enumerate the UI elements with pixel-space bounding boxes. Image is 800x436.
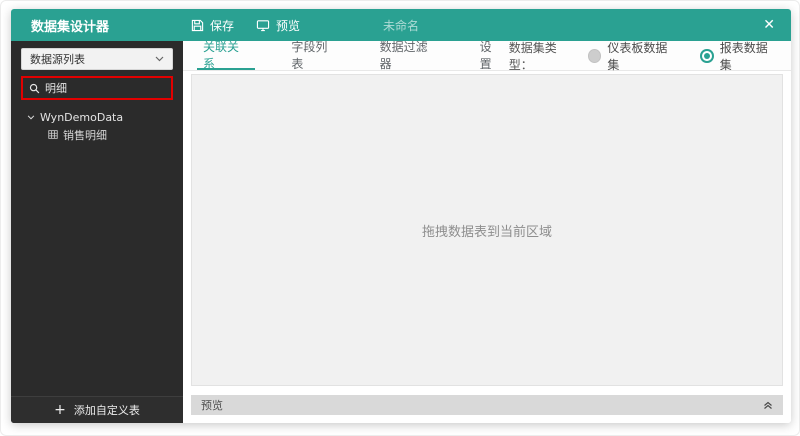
tree-node-wyndemodata[interactable]: WynDemoData: [11, 109, 183, 126]
radio-dashboard-label: 仪表板数据集: [607, 40, 668, 72]
dataset-type-group: 数据集类型： 仪表板数据集 报表数据集: [508, 39, 791, 73]
table-grid-icon: [48, 130, 58, 139]
plus-icon: +: [54, 402, 66, 418]
save-button[interactable]: 保存: [191, 17, 234, 34]
tree-expander-icon[interactable]: [27, 115, 35, 120]
radio-report-dataset[interactable]: 报表数据集: [700, 39, 777, 73]
search-input[interactable]: [45, 81, 165, 95]
search-icon: [29, 83, 40, 94]
preview-panel-bar[interactable]: 预览: [191, 395, 783, 415]
sidebar: 数据源列表 明细 WynDemoData 销售明细 + 添加自定义表: [11, 41, 183, 423]
tree-node-table[interactable]: 销售明细: [11, 126, 183, 143]
preview-panel-label: 预览: [201, 399, 223, 412]
drop-zone-hint: 拖拽数据表到当前区域: [421, 224, 552, 240]
preview-button-label: 预览: [276, 18, 301, 33]
main-content: 关联关系 字段列表 数据过滤器 设置 数据集类型： 仪表板数据集 报表数据集 拖…: [183, 39, 791, 423]
tab-data-filter[interactable]: 数据过滤器: [374, 40, 444, 71]
tree-root-label: WynDemoData: [40, 111, 124, 124]
radio-dashboard-dataset[interactable]: 仪表板数据集: [587, 39, 676, 73]
dialog-body: 数据源列表 明细 WynDemoData 销售明细 + 添加自定义表 关联关系 …: [11, 39, 791, 423]
close-icon[interactable]: ✕: [763, 9, 775, 41]
double-chevron-up-icon: [764, 401, 772, 409]
preview-button[interactable]: 预览: [256, 17, 300, 34]
radio-report-label: 报表数据集: [719, 40, 768, 72]
dataset-type-label: 数据集类型：: [508, 40, 557, 72]
data-source-tree: WynDemoData 销售明细: [11, 109, 183, 143]
table-drop-zone[interactable]: 拖拽数据表到当前区域: [191, 74, 783, 386]
save-button-label: 保存: [210, 18, 235, 33]
data-source-select-value: 数据源列表: [30, 53, 85, 66]
tab-bar: 关联关系 字段列表 数据过滤器 设置 数据集类型： 仪表板数据集 报表数据集: [183, 39, 791, 73]
tab-field-list[interactable]: 字段列表: [285, 40, 343, 71]
radio-selected-icon: [700, 48, 714, 63]
data-source-select[interactable]: 数据源列表: [21, 48, 173, 70]
add-custom-table-button[interactable]: + 添加自定义表: [11, 396, 183, 423]
monitor-icon: [256, 19, 270, 32]
tree-child-label: 销售明细: [63, 128, 107, 142]
chevron-down-icon: [155, 56, 164, 62]
tab-settings[interactable]: 设置: [474, 40, 509, 71]
dialog-header: 数据集设计器 保存 预览 未命名 ✕: [11, 9, 791, 41]
tab-relations[interactable]: 关联关系: [197, 40, 256, 71]
header-actions: 保存 预览: [183, 17, 300, 34]
save-icon: [191, 19, 204, 32]
expand-panel-button[interactable]: [763, 400, 773, 410]
add-custom-table-label: 添加自定义表: [73, 404, 140, 417]
app-title: 数据集设计器: [31, 19, 110, 35]
table-search-box[interactable]: [21, 76, 173, 100]
radio-unselected-icon: [587, 48, 602, 63]
dataset-designer-dialog: 数据集设计器 保存 预览 未命名 ✕ 数据源列表 明细 WynDemoData …: [11, 9, 791, 423]
